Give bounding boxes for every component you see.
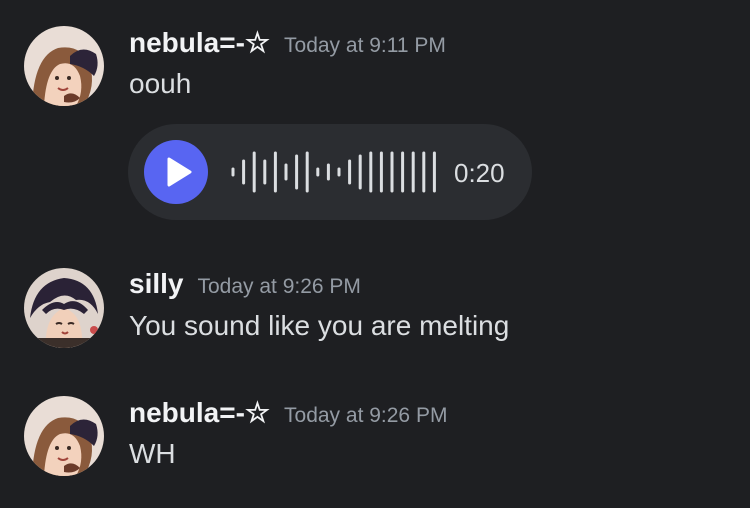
chat-message-list: nebula=-☆ Today at 9:11 PM oouh 0:20 sil… [0, 0, 750, 508]
username[interactable]: nebula=-☆ [129, 27, 270, 58]
avatar[interactable] [24, 26, 104, 106]
play-icon [167, 157, 192, 187]
voice-message-player: 0:20 [128, 124, 532, 220]
message-header: nebula=-☆ Today at 9:26 PM [129, 396, 447, 429]
avatar[interactable] [24, 396, 104, 476]
message-text: WH [129, 438, 176, 469]
avatar-image [24, 268, 104, 348]
username[interactable]: silly [129, 268, 183, 299]
voice-duration: 0:20 [454, 158, 505, 188]
message-text: You sound like you are melting [129, 310, 510, 341]
message-text: oouh [129, 68, 192, 99]
message-header: nebula=-☆ Today at 9:11 PM [129, 26, 446, 59]
timestamp: Today at 9:26 PM [197, 275, 361, 298]
avatar[interactable] [24, 268, 104, 348]
avatar-image [24, 26, 104, 106]
play-button[interactable] [144, 140, 208, 204]
waveform[interactable] [228, 144, 460, 200]
username[interactable]: nebula=-☆ [129, 397, 270, 428]
avatar-image [24, 396, 104, 476]
timestamp: Today at 9:11 PM [284, 34, 446, 57]
message-header: silly Today at 9:26 PM [129, 268, 361, 300]
timestamp: Today at 9:26 PM [284, 404, 448, 427]
